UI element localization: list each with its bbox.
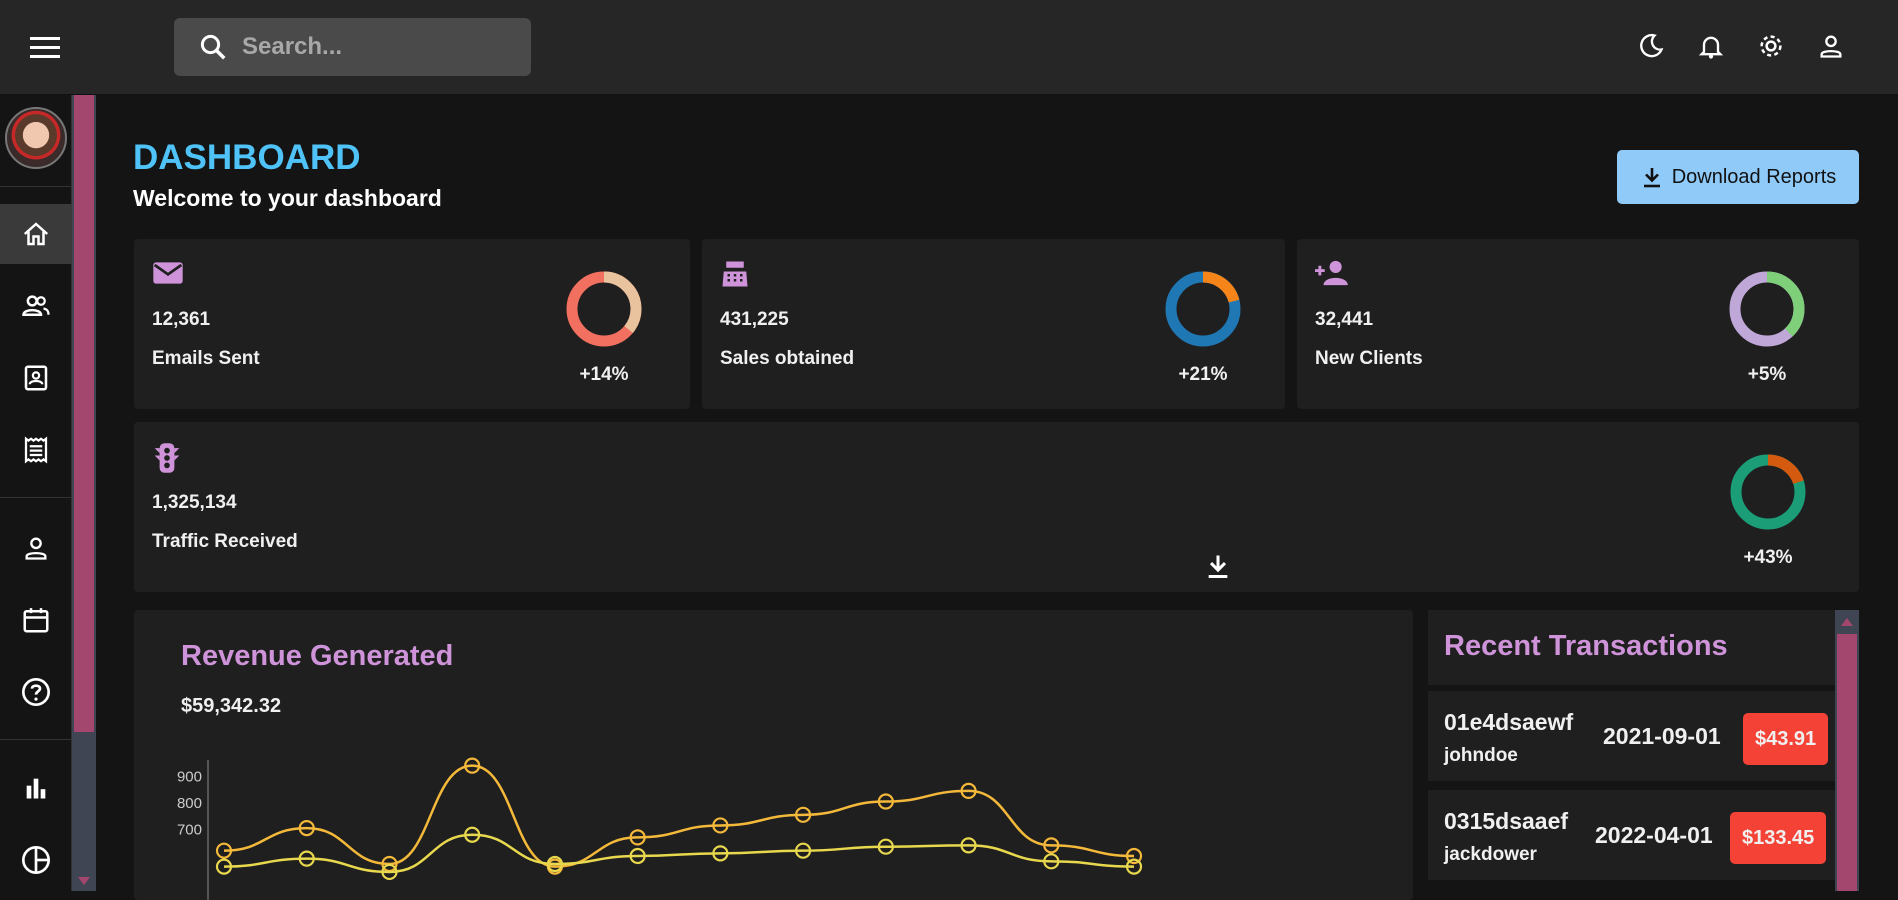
page-scrollbar[interactable] bbox=[1872, 95, 1898, 891]
progress-ring bbox=[566, 271, 642, 347]
recent-transactions-panel: Recent Transactions 01e4dsaewf johndoe 2… bbox=[1428, 610, 1835, 891]
progress-ring bbox=[1165, 271, 1241, 347]
sidebar-item-faq[interactable] bbox=[0, 662, 72, 722]
help-icon bbox=[22, 678, 50, 706]
transaction-amount-badge: $43.91 bbox=[1743, 713, 1829, 765]
progress-ring bbox=[1729, 271, 1805, 347]
stat-value: 431,225 bbox=[720, 309, 789, 330]
stat-card-traffic: 1,325,134 Traffic Received +43% bbox=[134, 422, 1859, 592]
person-icon bbox=[25, 537, 47, 560]
transaction-id: 0315dsaaef bbox=[1444, 808, 1569, 834]
download-icon bbox=[1643, 168, 1660, 188]
email-icon bbox=[153, 262, 183, 284]
pie-chart-icon bbox=[22, 846, 50, 874]
search-box[interactable] bbox=[174, 18, 531, 76]
transaction-date: 2021-09-01 bbox=[1603, 723, 1721, 749]
y-tick-label: 800 bbox=[177, 795, 202, 812]
sidebar-divider bbox=[0, 497, 72, 498]
sidebar-item-invoices[interactable] bbox=[0, 420, 72, 480]
revenue-line-chart: 700 800 900 bbox=[177, 757, 1143, 900]
stat-percent: +21% bbox=[1178, 364, 1228, 385]
progress-ring bbox=[1730, 454, 1806, 530]
series-line bbox=[223, 833, 1135, 874]
point-of-sale-icon bbox=[722, 261, 748, 287]
traffic-icon bbox=[154, 443, 180, 473]
search-input[interactable] bbox=[242, 33, 502, 61]
page-subtitle: Welcome to your dashboard bbox=[133, 185, 442, 211]
calendar-icon bbox=[23, 608, 49, 633]
sidebar bbox=[0, 95, 72, 891]
stat-card-sales: 431,225 Sales obtained +21% bbox=[702, 239, 1285, 409]
download-icon[interactable] bbox=[1204, 551, 1232, 581]
home-icon bbox=[23, 222, 49, 246]
contacts-icon bbox=[24, 365, 48, 391]
gear-icon[interactable] bbox=[1756, 28, 1786, 64]
search-icon bbox=[200, 34, 226, 60]
transaction-amount-badge: $133.45 bbox=[1730, 812, 1827, 864]
stat-label: Traffic Received bbox=[152, 531, 298, 552]
download-reports-button[interactable]: Download Reports bbox=[1617, 150, 1859, 204]
revenue-panel: Revenue Generated $59,342.32 700 800 900 bbox=[134, 610, 1413, 900]
transaction-id: 01e4dsaewf bbox=[1444, 709, 1574, 735]
sidebar-item-team[interactable] bbox=[0, 276, 72, 336]
stat-label: Emails Sent bbox=[152, 348, 260, 369]
transactions-header: Recent Transactions bbox=[1428, 610, 1835, 685]
people-icon bbox=[22, 295, 50, 316]
download-reports-label: Download Reports bbox=[1671, 165, 1837, 188]
stat-percent: +5% bbox=[1747, 364, 1787, 385]
sidebar-item-home[interactable] bbox=[0, 204, 72, 264]
page-title: DASHBOARD bbox=[133, 138, 361, 177]
stat-value: 32,441 bbox=[1315, 309, 1374, 330]
stat-label: New Clients bbox=[1315, 348, 1423, 369]
series-line bbox=[223, 764, 1135, 868]
transactions-title: Recent Transactions bbox=[1444, 630, 1728, 662]
sidebar-item-calendar[interactable] bbox=[0, 590, 72, 650]
scroll-up-arrow-icon[interactable] bbox=[1841, 618, 1853, 626]
sidebar-scrollbar-thumb[interactable] bbox=[74, 95, 94, 732]
moon-icon[interactable] bbox=[1636, 28, 1666, 64]
transaction-user: jackdower bbox=[1444, 844, 1537, 865]
sidebar-scrollbar[interactable] bbox=[72, 95, 96, 891]
top-bar bbox=[0, 0, 1898, 95]
sidebar-divider bbox=[0, 739, 72, 740]
stat-card-clients: 32,441 New Clients +5% bbox=[1297, 239, 1859, 409]
stat-value: 1,325,134 bbox=[152, 492, 237, 513]
stat-label: Sales obtained bbox=[720, 348, 855, 369]
transactions-scrollbar-thumb[interactable] bbox=[1837, 634, 1857, 891]
transaction-user: johndoe bbox=[1444, 745, 1518, 766]
person-icon[interactable] bbox=[1816, 28, 1846, 64]
bell-icon[interactable] bbox=[1696, 28, 1726, 64]
avatar[interactable] bbox=[5, 107, 67, 169]
transaction-date: 2022-04-01 bbox=[1595, 822, 1713, 848]
y-tick-label: 700 bbox=[177, 821, 202, 838]
sidebar-item-profile[interactable] bbox=[0, 518, 72, 578]
scroll-down-arrow-icon[interactable] bbox=[78, 877, 90, 885]
stat-value: 12,361 bbox=[152, 309, 211, 330]
stat-percent: +43% bbox=[1743, 547, 1793, 568]
menu-icon[interactable] bbox=[30, 32, 66, 62]
y-tick-label: 900 bbox=[177, 768, 202, 785]
sidebar-divider bbox=[0, 186, 72, 187]
receipt-icon bbox=[24, 436, 48, 464]
transaction-row[interactable]: 0315dsaaef jackdower 2022-04-01 $133.45 bbox=[1428, 790, 1835, 880]
sidebar-item-pie-chart[interactable] bbox=[0, 830, 72, 890]
person-add-icon bbox=[1315, 260, 1348, 286]
bar-chart-icon bbox=[26, 778, 46, 799]
stat-card-emails: 12,361 Emails Sent +14% bbox=[134, 239, 690, 409]
transactions-scrollbar[interactable] bbox=[1835, 610, 1859, 891]
sidebar-item-bar-chart[interactable] bbox=[0, 758, 72, 818]
stat-percent: +14% bbox=[579, 364, 629, 385]
transaction-row[interactable]: 01e4dsaewf johndoe 2021-09-01 $43.91 bbox=[1428, 691, 1835, 781]
sidebar-item-contacts[interactable] bbox=[0, 348, 72, 408]
